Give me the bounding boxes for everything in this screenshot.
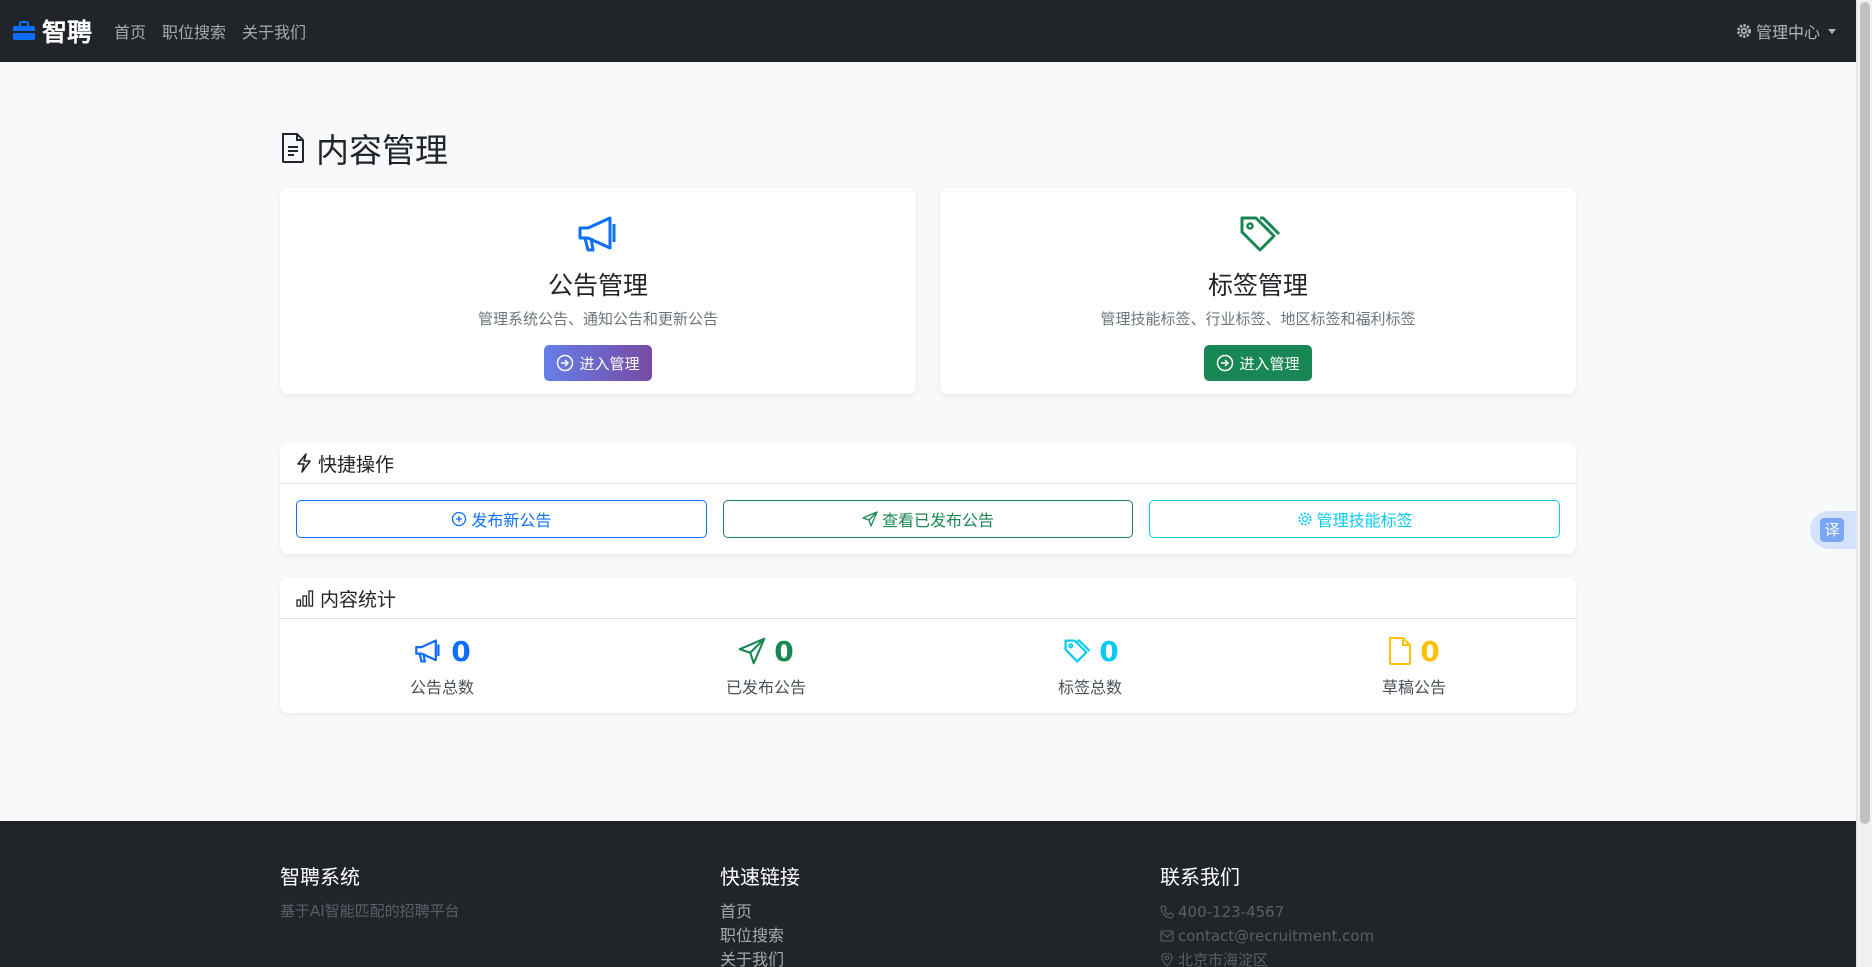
enter-tag-management-button[interactable]: 进入管理 [1204,345,1312,381]
stat-label: 草稿公告 [1381,677,1446,697]
publish-announcement-label: 发布新公告 [471,511,552,530]
footer-email: contact@recruitment.com [1160,924,1374,948]
footer-address-text: 北京市海淀区 [1178,951,1269,967]
stat-value: 0 [1099,634,1119,668]
footer-links-title: 快速链接 [720,865,800,889]
phone-icon [1160,905,1174,919]
announcement-card-desc: 管理系统公告、通知公告和更新公告 [477,310,718,328]
admin-center-label: 管理中心 [1755,23,1820,42]
footer-phone: 400-123-4567 [1160,900,1374,924]
footer-phone-text: 400-123-4567 [1178,903,1285,921]
send-icon [862,511,878,527]
location-pin-icon [1161,953,1173,967]
brand-name: 智聘 [42,18,93,47]
footer-link-job-search[interactable]: 职位搜索 [720,924,800,948]
manage-skill-tags-button[interactable]: 管理技能标签 [1149,500,1561,538]
top-navbar: 智聘 首页 职位搜索 关于我们 管理中心 [0,0,1856,62]
content-stats-header: 内容统计 [280,578,1576,619]
quick-actions-title: 快捷操作 [318,453,395,476]
stat-draft-announcements: 0 草稿公告 [1252,619,1576,713]
stat-label: 公告总数 [409,677,474,697]
arrow-right-circle-icon [557,354,574,372]
file-text-icon [282,133,304,163]
megaphone-icon [415,639,440,663]
translate-icon: 译 [1820,518,1844,542]
stat-value: 0 [774,634,794,668]
enter-announcement-label: 进入管理 [579,355,640,373]
vertical-scrollbar[interactable] [1856,0,1872,967]
footer-about-desc: 基于AI智能匹配的招聘平台 [280,902,460,920]
page-title-text: 内容管理 [316,131,448,170]
send-icon [738,637,766,665]
page-title: 内容管理 [280,124,448,172]
tags-icon [1240,216,1281,252]
admin-center-dropdown[interactable]: 管理中心 [1736,19,1836,43]
briefcase-icon [13,21,35,40]
announcement-card-title: 公告管理 [547,271,648,300]
tags-icon [1064,639,1091,663]
bar-chart-icon [296,590,314,607]
quick-actions-card: 快捷操作 发布新公告 查看已发布公告 管理技能标签 [280,443,1576,554]
enter-announcement-management-button[interactable]: 进入管理 [544,345,652,381]
gear-icon [1298,512,1312,526]
stat-total-tags: 0 标签总数 [928,619,1252,713]
quick-actions-header: 快捷操作 [280,443,1576,484]
footer-address: 北京市海淀区 [1160,948,1374,967]
manage-skill-tags-label: 管理技能标签 [1316,511,1413,530]
gear-icon [1736,24,1751,38]
plus-circle-icon [452,511,467,527]
view-published-label: 查看已发布公告 [882,511,995,530]
footer-quick-links: 快速链接 首页 职位搜索 关于我们 [720,861,800,967]
lightning-icon [297,453,311,473]
stat-published-announcements: 0 已发布公告 [604,619,928,713]
translate-button[interactable]: 译 [1810,511,1858,549]
nav-job-search[interactable]: 职位搜索 [162,19,226,43]
file-icon [1389,637,1412,665]
footer-about: 智聘系统 基于AI智能匹配的招聘平台 [280,861,460,921]
tag-management-card: 标签管理 管理技能标签、行业标签、地区标签和福利标签 进入管理 [940,188,1576,394]
stat-value: 0 [451,634,471,668]
envelope-icon [1160,930,1174,942]
stat-value: 0 [1420,634,1440,668]
megaphone-icon [578,216,616,252]
stat-total-announcements: 0 公告总数 [280,619,604,713]
content-stats-title: 内容统计 [320,588,397,611]
stat-label: 标签总数 [1057,677,1122,697]
publish-announcement-button[interactable]: 发布新公告 [296,500,707,538]
announcement-management-card: 公告管理 管理系统公告、通知公告和更新公告 进入管理 [280,188,916,394]
brand-logo[interactable]: 智聘 [12,13,92,49]
footer-link-home[interactable]: 首页 [720,900,800,924]
footer: 智聘系统 基于AI智能匹配的招聘平台 快速链接 首页 职位搜索 关于我们 联系我… [0,821,1856,967]
footer-link-about[interactable]: 关于我们 [720,948,800,967]
content-stats-card: 内容统计 0 公告总数 0 已发布公告 0 标签总数 0 草稿公告 [280,578,1576,713]
chevron-down-icon [1828,28,1836,34]
tag-card-title: 标签管理 [1207,271,1308,300]
footer-about-title: 智聘系统 [280,865,360,889]
nav-home[interactable]: 首页 [114,19,146,43]
footer-email-text: contact@recruitment.com [1178,927,1375,945]
tag-card-desc: 管理技能标签、行业标签、地区标签和福利标签 [1100,310,1416,328]
stat-label: 已发布公告 [725,677,806,697]
footer-contact-title: 联系我们 [1160,865,1240,889]
arrow-right-circle-icon [1217,354,1234,372]
footer-contact: 联系我们 400-123-4567 contact@recruitment.co… [1160,861,1374,967]
view-published-button[interactable]: 查看已发布公告 [722,500,1134,538]
nav-about[interactable]: 关于我们 [242,19,306,43]
enter-tag-label: 进入管理 [1239,355,1300,373]
scrollbar-thumb[interactable] [1860,2,1870,824]
